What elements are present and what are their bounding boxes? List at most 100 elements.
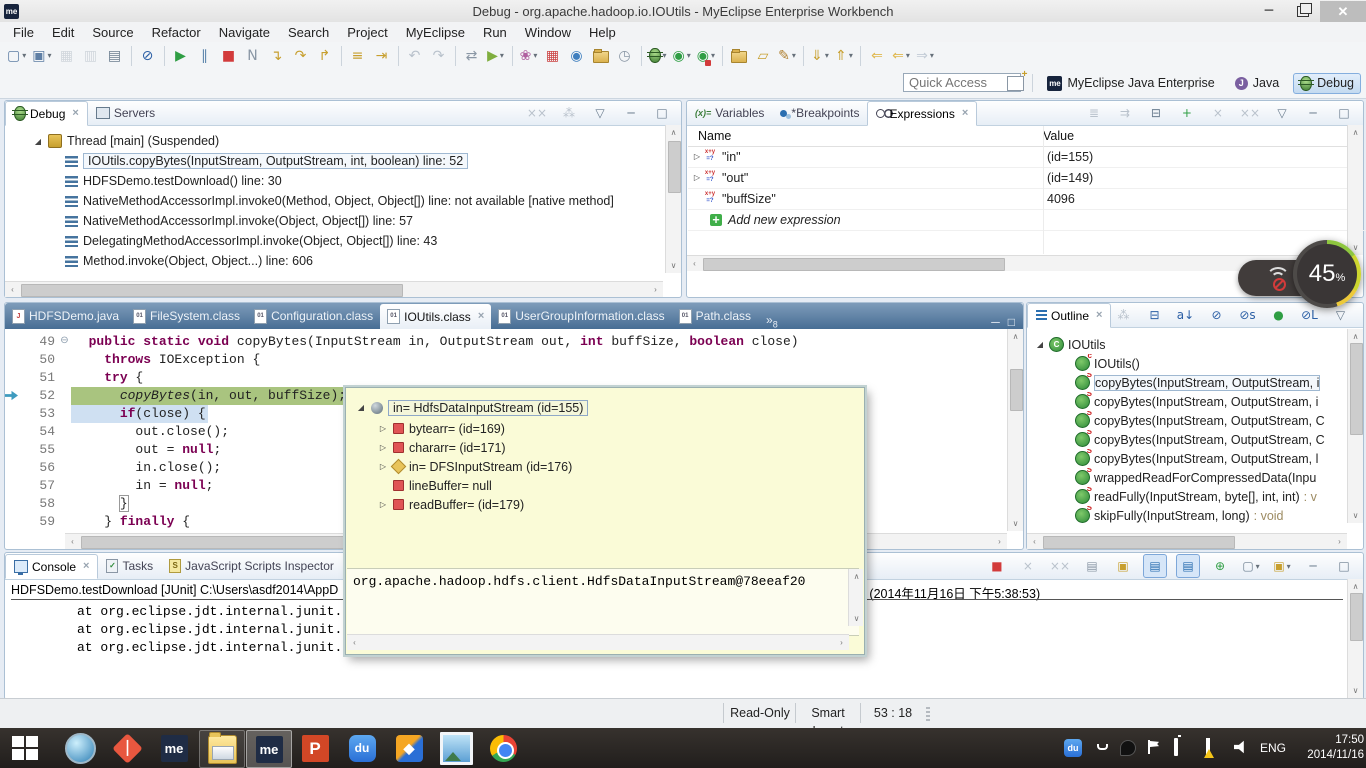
- expressions-tab-breakpoints[interactable]: *Breakpoints: [772, 102, 867, 125]
- taskbar-app-explorer[interactable]: [199, 730, 245, 768]
- show-on-stderr-button[interactable]: ▤: [1176, 554, 1200, 578]
- tray-network-warning-icon[interactable]: [1206, 738, 1210, 756]
- open-resource-button[interactable]: [728, 45, 750, 67]
- outline-item[interactable]: ScopyBytes(InputStream, OutputStream, l: [1061, 449, 1347, 468]
- outline-item[interactable]: ScopyBytes(InputStream, OutputStream, C: [1061, 411, 1347, 430]
- show-logical-structure-button[interactable]: ⇉: [1114, 102, 1136, 124]
- collapse-all-button[interactable]: ⊟: [1145, 102, 1167, 124]
- code-line[interactable]: 53 if(close) {: [19, 405, 208, 423]
- line-number[interactable]: 55: [19, 441, 58, 459]
- close-tab-icon[interactable]: ×: [1096, 310, 1102, 321]
- palette-button[interactable]: ❀▾: [518, 45, 540, 67]
- outline-item[interactable]: SwrappedReadForCompressedData(Inpu: [1061, 468, 1347, 487]
- show-type-names-button[interactable]: ≣: [1083, 102, 1105, 124]
- editor-tab-configuration-class[interactable]: 01Configuration.class: [247, 303, 380, 329]
- tray-volume-icon[interactable]: [1234, 740, 1248, 754]
- perspective-java[interactable]: JJava: [1229, 74, 1285, 92]
- menu-help[interactable]: Help: [580, 24, 625, 41]
- line-number[interactable]: 54: [19, 423, 58, 441]
- outline-vertical-scrollbar[interactable]: ∧∨: [1347, 329, 1363, 523]
- inspect-child-item[interactable]: ▷readBuffer= (id=179): [378, 495, 524, 514]
- disconnect-button[interactable]: N: [242, 45, 264, 67]
- menu-myeclipse[interactable]: MyEclipse: [397, 24, 474, 41]
- show-execution-button[interactable]: ≡: [347, 45, 369, 67]
- web-2-0-button[interactable]: ◉: [566, 45, 588, 67]
- run-button[interactable]: ◉▾: [671, 45, 693, 67]
- line-number[interactable]: 58: [19, 495, 58, 513]
- expressions-tab-expressions[interactable]: Expressions×: [867, 101, 977, 126]
- tray-input-method-icon[interactable]: [1120, 740, 1136, 756]
- run-error-history-button[interactable]: ◉▾: [695, 45, 717, 67]
- run-file-button[interactable]: ▶▾: [485, 45, 507, 67]
- outline-tab-outline[interactable]: Outline×: [1027, 303, 1111, 328]
- view-menu-button[interactable]: ▽: [1271, 102, 1293, 124]
- stack-frame[interactable]: Method.invoke(Object, Object...) line: 6…: [65, 251, 313, 271]
- collapse-all-button[interactable]: ⊟: [1143, 304, 1165, 326]
- perspective-debug[interactable]: Debug: [1293, 73, 1361, 94]
- stack-frame[interactable]: DelegatingMethodAccessorImpl.invoke(Obje…: [65, 231, 437, 251]
- line-number[interactable]: 57: [19, 477, 58, 495]
- debug-stack-tree[interactable]: ◢Thread [main] (Suspended)IOUtils.copyBy…: [5, 125, 665, 273]
- inspect-child-item[interactable]: ▷in= DFSInputStream (id=176): [378, 457, 572, 476]
- menu-source[interactable]: Source: [83, 24, 142, 41]
- history-clock-button[interactable]: ◷: [614, 45, 636, 67]
- minimize-button[interactable]: ─: [1302, 102, 1324, 124]
- close-window-button[interactable]: ✕: [1320, 1, 1366, 22]
- redo-button[interactable]: ↷: [428, 45, 450, 67]
- remove-all-terminated-button[interactable]: ××: [525, 102, 549, 124]
- debug-button[interactable]: ▾: [647, 45, 669, 67]
- hide-non-public-button[interactable]: ●: [1267, 304, 1289, 326]
- code-line[interactable]: 50 throws IOException {: [19, 351, 262, 369]
- minimize-window-button[interactable]: ─: [1252, 1, 1286, 22]
- add-new-expression[interactable]: +Add new expression: [688, 209, 1366, 231]
- open-console-button[interactable]: ▣▾: [1271, 555, 1293, 577]
- popup-detail-scroll[interactable]: ∧∨: [848, 569, 863, 626]
- hide-local-types-button[interactable]: ⊘L: [1298, 304, 1320, 326]
- menu-window[interactable]: Window: [516, 24, 580, 41]
- taskbar-app-chrome[interactable]: [481, 730, 525, 766]
- editor-minimize-button[interactable]: ─: [991, 315, 1000, 329]
- export-button[interactable]: ⇑▾: [833, 45, 855, 67]
- back-button[interactable]: ⇐▾: [890, 45, 912, 67]
- tray-language-indicator[interactable]: ENG: [1260, 741, 1286, 755]
- tray-battery-icon[interactable]: [1174, 738, 1178, 756]
- resume-button[interactable]: ▶: [170, 45, 192, 67]
- close-tab-icon[interactable]: ×: [72, 108, 78, 119]
- code-line[interactable]: 58 }: [19, 495, 130, 513]
- minimize-button[interactable]: ─: [620, 102, 642, 124]
- start-button[interactable]: [12, 736, 38, 760]
- remove-all-expressions-button[interactable]: ××: [1238, 102, 1262, 124]
- hide-static-members-button[interactable]: ⊘s: [1236, 304, 1258, 326]
- expressions-tab-variables[interactable]: (x)=Variables: [687, 102, 772, 125]
- debug-tab-debug[interactable]: Debug×: [5, 101, 88, 126]
- taskbar-app-myeclipse[interactable]: me: [152, 730, 196, 766]
- show-on-stdout-button[interactable]: ▤: [1143, 554, 1167, 578]
- link-with-editor-button[interactable]: ⁂: [1112, 304, 1134, 326]
- code-line[interactable]: 54 out.close();: [19, 423, 231, 441]
- add-expression-button[interactable]: +: [1176, 102, 1198, 124]
- import-button[interactable]: ⇓▾: [809, 45, 831, 67]
- step-into-button[interactable]: ↴: [266, 45, 288, 67]
- code-line[interactable]: 56 in.close();: [19, 459, 223, 477]
- launch-sync-button[interactable]: ⇄: [461, 45, 483, 67]
- taskbar-app-vmware[interactable]: ◆: [387, 730, 431, 766]
- outline-item[interactable]: ◢CIOUtils: [1035, 335, 1347, 354]
- close-tab-icon[interactable]: ×: [962, 108, 968, 119]
- fold-marker-icon[interactable]: ⊖: [58, 333, 71, 351]
- close-tab-icon[interactable]: ×: [478, 311, 484, 322]
- tray-baidu-icon[interactable]: du: [1064, 739, 1082, 757]
- open-perspective-button[interactable]: [1007, 76, 1024, 91]
- taskbar-app-powerpoint[interactable]: P: [293, 730, 337, 766]
- debug-vertical-scrollbar[interactable]: ∧∨: [665, 125, 681, 273]
- inspect-child-item[interactable]: ▷bytearr= (id=169): [378, 419, 505, 438]
- taskbar-app-git[interactable]: [105, 730, 149, 766]
- menu-edit[interactable]: Edit: [43, 24, 83, 41]
- stack-frame[interactable]: FrameworkMethod$1.runReflectiveCall() li…: [65, 271, 351, 273]
- line-number[interactable]: 52: [19, 387, 58, 405]
- new-java-element-button[interactable]: ▣▾: [30, 45, 53, 67]
- debug-options-button[interactable]: ⁂: [558, 102, 580, 124]
- editor-maximize-button[interactable]: □: [1008, 315, 1015, 329]
- expression-row[interactable]: ▷x+y=?"in"(id=155): [688, 146, 1350, 168]
- code-line[interactable]: 52 copyBytes(in, out, buffSize);: [19, 387, 348, 405]
- inspect-popup-detail[interactable]: org.apache.hadoop.hdfs.client.HdfsDataIn…: [347, 568, 859, 636]
